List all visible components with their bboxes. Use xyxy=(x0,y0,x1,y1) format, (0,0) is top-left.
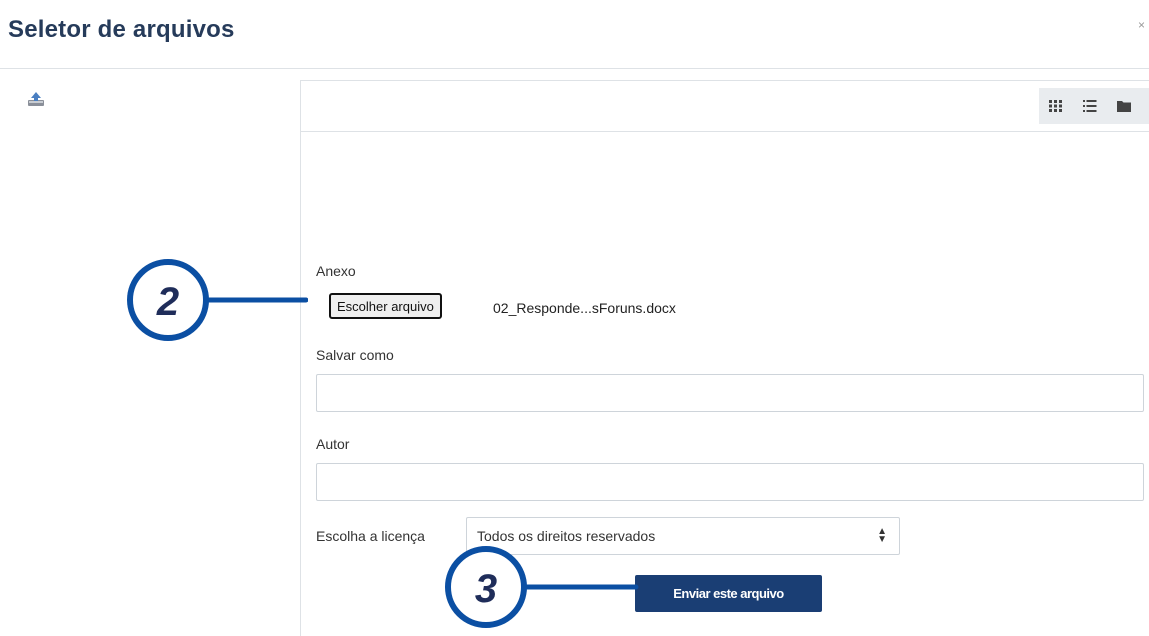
license-label: Escolha a licença xyxy=(316,528,425,544)
select-arrows-icon: ▲ ▼ xyxy=(877,526,887,545)
step-2-number: 2 xyxy=(156,280,179,324)
author-label: Autor xyxy=(316,436,350,452)
license-select[interactable]: Todos os direitos reservados ▲ ▼ xyxy=(466,517,900,555)
folder-view-icon[interactable] xyxy=(1107,88,1141,124)
upload-repository-icon[interactable] xyxy=(26,90,46,108)
file-picker-dialog: Seletor de arquivos × Anexo Escolher arq… xyxy=(0,0,1149,636)
step-2-callout: 2 xyxy=(127,259,308,341)
attachment-label: Anexo xyxy=(316,263,356,279)
header-divider xyxy=(0,68,1149,69)
grid-view-icon[interactable] xyxy=(1039,88,1073,124)
choose-file-button[interactable]: Escolher arquivo xyxy=(329,293,442,319)
file-picker-toolbar xyxy=(301,81,1149,132)
save-as-field[interactable] xyxy=(316,374,1144,412)
dialog-title: Seletor de arquivos xyxy=(8,16,235,43)
close-icon[interactable]: × xyxy=(1138,18,1145,32)
upload-file-button[interactable]: Enviar este arquivo xyxy=(635,575,822,612)
list-view-icon[interactable] xyxy=(1073,88,1107,124)
view-switcher xyxy=(1039,88,1149,124)
selected-file-name: 02_Responde...sForuns.docx xyxy=(493,300,676,316)
author-field[interactable] xyxy=(316,463,1144,501)
upload-panel: Anexo Escolher arquivo 02_Responde...sFo… xyxy=(300,80,1149,636)
save-as-label: Salvar como xyxy=(316,347,394,363)
license-selected-value: Todos os direitos reservados xyxy=(477,528,656,544)
